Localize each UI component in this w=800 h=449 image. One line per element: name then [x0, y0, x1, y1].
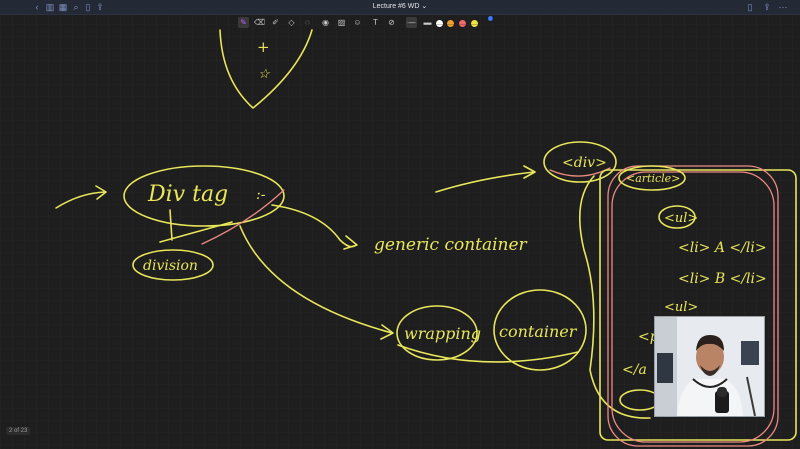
- page-indicator[interactable]: 2 of 23: [6, 427, 31, 435]
- document-title[interactable]: Lecture #6 WD ⌄: [0, 2, 800, 12]
- ul-close-label: <ul>: [664, 300, 698, 315]
- div-tag-label: Div tag: [147, 182, 228, 207]
- wrapping-label: wrapping: [404, 324, 481, 343]
- bookmark-icon[interactable]: ▯: [745, 2, 755, 12]
- article-label: <article>: [626, 172, 680, 185]
- more-icon[interactable]: ⋯: [778, 2, 788, 12]
- title-bar: ‹ ▥ ▦ ⌕ ▯ ⇪ Lecture #6 WD ⌄ ▯ ⇪ ⋯: [0, 0, 800, 15]
- container-label: container: [499, 322, 578, 341]
- document-title-text: Lecture #6 WD: [372, 3, 420, 10]
- ul-open-label: <ul>: [664, 211, 698, 226]
- generic-container-label: generic container: [374, 235, 528, 255]
- li-a-label: <li> A </li>: [678, 240, 767, 256]
- star-mark: ☆: [258, 67, 271, 82]
- partial-a-label: </a: [622, 362, 647, 378]
- plus-mark: +: [257, 38, 270, 56]
- chevron-down-icon: ⌄: [421, 3, 428, 10]
- export-icon[interactable]: ⇪: [762, 2, 772, 12]
- div-code-label: <div>: [562, 155, 607, 171]
- dashes-label: :-: [256, 187, 266, 203]
- division-label: division: [143, 258, 198, 274]
- presenter-image: [655, 317, 764, 416]
- li-b-label: <li> B </li>: [678, 271, 767, 287]
- presenter-video[interactable]: [654, 316, 765, 417]
